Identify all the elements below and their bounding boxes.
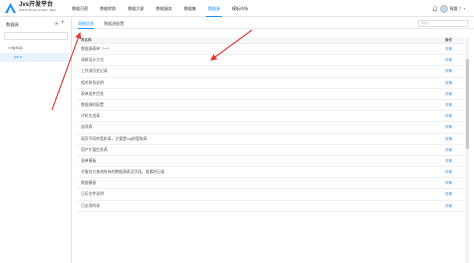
chevron-down-icon[interactable]: ▼ — [463, 7, 466, 11]
tree-node-label: MySQL — [10, 46, 24, 50]
detail-link[interactable]: 详情 — [445, 55, 452, 66]
table-cell-name: 日历文件说明 — [81, 192, 104, 197]
main-panel: 表格信息 数据源配置 请输入 表名称 操作 数据源表单（一） 详情 调研设计方式 详情… — [73, 18, 474, 263]
chevron-down-icon[interactable]: ▾ — [8, 46, 10, 50]
tree-node-label: jvs — [14, 55, 19, 59]
table-row[interactable]: 对服务方查询所有的数据源表及字段，查看的记录 详情 — [77, 167, 464, 179]
table-list: 表名称 操作 数据源表单（一） 详情 调研设计方式 详情 工作流历史记录 详情 相关联系说明… — [77, 37, 464, 212]
table-cell-name: 日志用的表 — [81, 203, 100, 208]
datasource-tree: ▾MySQL jvs★ — [0, 44, 71, 62]
logo-icon — [5, 3, 16, 13]
nav-item-transform[interactable]: 数据转换 — [94, 0, 122, 17]
detail-link[interactable]: 详情 — [445, 89, 452, 100]
detail-link[interactable]: 详情 — [445, 66, 452, 77]
table-row[interactable]: 用户扩展信息表 详情 — [77, 145, 464, 156]
table-row[interactable]: 代码生成表 详情 — [77, 111, 464, 123]
tree-node-jvs[interactable]: jvs★ — [0, 53, 71, 62]
nav-item-template-market[interactable]: 模板市场 — [226, 0, 254, 17]
detail-link[interactable]: 详情 — [445, 189, 452, 200]
table-cell-name: 代码生成表 — [81, 114, 100, 119]
table-row[interactable]: 相关联系说明 详情 — [77, 78, 464, 89]
column-header-name: 表名称 — [81, 38, 92, 42]
tree-node-mysql[interactable]: ▾MySQL — [0, 44, 71, 53]
table-row[interactable]: 调研设计方式 详情 — [77, 55, 464, 67]
tab-bar: 表格信息 数据源配置 请输入 — [73, 18, 474, 29]
table-cell-name: 数据源表单（一） — [81, 47, 112, 51]
table-row[interactable]: 日志用的表 详情 — [77, 201, 464, 212]
top-navbar: Jvs开发平台 RAPID BUILD EVERY IDEA 数据可视 数据转换… — [0, 0, 474, 17]
detail-link[interactable]: 详情 — [445, 78, 452, 89]
nav-item-visual[interactable]: 数据可视 — [66, 0, 94, 17]
detail-link[interactable]: 详情 — [445, 156, 452, 167]
gear-icon[interactable] — [54, 21, 59, 26]
scrollbar[interactable] — [465, 37, 469, 263]
nav-item-dataset[interactable]: 数据集 — [178, 0, 202, 17]
table-cell-name: 表单模板 — [81, 158, 97, 163]
table-header: 表名称 操作 — [77, 37, 464, 44]
table-cell-name: 数据源的配置 — [81, 102, 104, 107]
table-cell-name: 相关联系说明 — [81, 80, 104, 85]
table-cell-name: 选项表 — [81, 125, 93, 130]
nav-item-datasource[interactable]: 数据源 — [202, 0, 226, 17]
table-row[interactable]: 选项表 详情 — [77, 122, 464, 134]
tab-datasource-config[interactable]: 数据源配置 — [104, 18, 124, 29]
detail-link[interactable]: 详情 — [445, 201, 452, 212]
add-icon[interactable]: + — [61, 19, 65, 27]
table-cell-name: 对服务方查询所有的数据源表及字段，查看的记录 — [81, 170, 165, 175]
table-row[interactable]: 表单模板 详情 — [77, 156, 464, 168]
datasource-sidebar: 数据源 + ▾MySQL jvs★ — [0, 18, 72, 263]
table-row[interactable]: 网页不同的宽和高，主要是mg的宽和高 详情 — [77, 134, 464, 145]
detail-link[interactable]: 详情 — [445, 178, 452, 189]
sidebar-search-input[interactable] — [4, 32, 68, 40]
logo-subtitle: RAPID BUILD EVERY IDEA — [19, 9, 56, 12]
table-cell-name: 网页不同的宽和高，主要是mg的宽和高 — [81, 136, 148, 141]
logo-title: Jvs开发平台 — [19, 2, 54, 8]
detail-link[interactable]: 详情 — [445, 167, 452, 178]
main-nav: 数据可视 数据转换 数据大屏 数据服务 数据集 数据源 模板市场 — [66, 0, 254, 17]
table-cell-name: 表单组件信息 — [81, 91, 104, 96]
avatar[interactable] — [439, 4, 448, 13]
table-row[interactable]: 工作流历史记录 详情 — [77, 66, 464, 78]
tab-table-info[interactable]: 表格信息 — [78, 18, 94, 29]
detail-link[interactable]: 详情 — [445, 145, 452, 156]
detail-link[interactable]: 详情 — [445, 44, 452, 55]
user-menu[interactable]: 周管 7 ▼ — [431, 4, 466, 13]
detail-link[interactable]: 详情 — [445, 111, 452, 122]
nav-item-service[interactable]: 数据服务 — [150, 0, 178, 17]
user-name[interactable]: 周管 7 — [450, 6, 461, 12]
table-cell-name: 调研设计方式 — [81, 58, 104, 63]
logo[interactable]: Jvs开发平台 RAPID BUILD EVERY IDEA — [4, 2, 60, 15]
table-cell-name: 工作流历史记录 — [81, 69, 108, 74]
column-header-op: 操作 — [445, 38, 452, 42]
table-row[interactable]: 表单组件信息 详情 — [77, 89, 464, 100]
star-icon: ★ — [19, 55, 23, 59]
table-search-input[interactable]: 请输入 — [418, 20, 468, 27]
bell-icon[interactable] — [431, 5, 438, 12]
detail-link[interactable]: 详情 — [445, 134, 452, 145]
table-row[interactable]: 数据模板 详情 — [77, 178, 464, 190]
table-cell-name: 数据模板 — [81, 181, 97, 186]
nav-item-screen[interactable]: 数据大屏 — [122, 0, 150, 17]
table-cell-name: 用户扩展信息表 — [81, 147, 108, 152]
detail-link[interactable]: 详情 — [445, 100, 452, 111]
sidebar-title: 数据源 — [6, 22, 19, 27]
detail-link[interactable]: 详情 — [445, 122, 452, 133]
sidebar-header: 数据源 + — [0, 18, 71, 30]
table-body: 数据源表单（一） 详情 调研设计方式 详情 工作流历史记录 详情 相关联系说明 详情 表单组件信… — [77, 44, 464, 212]
table-row[interactable]: 数据源的配置 详情 — [77, 100, 464, 112]
table-row[interactable]: 数据源表单（一） 详情 — [77, 44, 464, 56]
table-row[interactable]: 日历文件说明 详情 — [77, 189, 464, 201]
scrollbar-thumb[interactable] — [465, 59, 469, 149]
